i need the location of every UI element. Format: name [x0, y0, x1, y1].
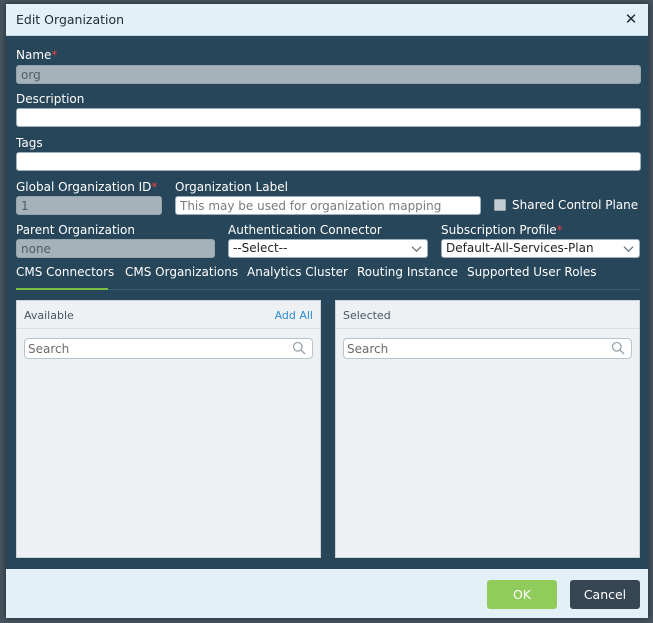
available-search-input[interactable]: [24, 338, 313, 359]
subscription-profile-label-text: Subscription Profile: [441, 223, 557, 237]
required-mark: *: [556, 223, 563, 237]
dialog-title-bar: Edit Organization ✕: [6, 4, 648, 36]
subscription-profile-label: Subscription Profile*: [441, 223, 563, 237]
cancel-button[interactable]: Cancel: [570, 580, 640, 609]
global-org-id-field[interactable]: [16, 196, 162, 215]
search-icon: [292, 341, 306, 355]
tab-divider: [16, 289, 640, 290]
close-icon[interactable]: ✕: [622, 9, 640, 29]
description-label: Description: [16, 92, 85, 106]
available-panel-header: Available Add All: [17, 301, 320, 329]
shared-control-plane-label: Shared Control Plane: [512, 198, 639, 212]
tags-field[interactable]: [16, 152, 641, 171]
available-title: Available: [24, 309, 74, 322]
tab-routing-instance[interactable]: Routing Instance: [357, 265, 458, 279]
search-icon: [611, 341, 625, 355]
org-label-field[interactable]: [175, 196, 481, 215]
required-mark: *: [51, 48, 58, 62]
subscription-profile-selected: Default-All-Services-Plan: [446, 241, 594, 255]
tab-cms-organizations[interactable]: CMS Organizations: [125, 265, 238, 279]
name-label: Name*: [16, 48, 57, 62]
selected-panel: Selected: [335, 300, 640, 558]
auth-connector-label: Authentication Connector: [228, 223, 382, 237]
dialog-title: Edit Organization: [16, 12, 125, 27]
ok-button[interactable]: OK: [487, 580, 557, 609]
selected-search-input[interactable]: [343, 338, 632, 359]
tab-analytics-cluster[interactable]: Analytics Cluster: [247, 265, 348, 279]
selected-title: Selected: [343, 309, 391, 322]
active-tab-indicator: [16, 288, 108, 290]
subscription-profile-select[interactable]: Default-All-Services-Plan: [441, 239, 640, 258]
auth-connector-select[interactable]: --Select--: [228, 239, 428, 258]
name-label-text: Name: [16, 48, 52, 62]
org-label-label: Organization Label: [175, 180, 288, 194]
chevron-down-icon: [623, 246, 634, 253]
chevron-down-icon: [411, 246, 422, 253]
parent-org-field[interactable]: [16, 239, 215, 258]
shared-control-plane-checkbox[interactable]: [494, 199, 506, 211]
tab-cms-connectors[interactable]: CMS Connectors: [16, 265, 114, 279]
available-panel: Available Add All: [16, 300, 321, 558]
edit-organization-dialog: Edit Organization ✕ Name* Description Ta…: [6, 4, 648, 618]
description-field[interactable]: [16, 108, 641, 127]
parent-org-label: Parent Organization: [16, 223, 135, 237]
tab-supported-user-roles[interactable]: Supported User Roles: [467, 265, 597, 279]
selected-panel-header: Selected: [336, 301, 639, 329]
name-field[interactable]: [16, 65, 641, 84]
auth-connector-selected: --Select--: [233, 241, 288, 255]
global-org-id-label-text: Global Organization ID: [16, 180, 152, 194]
global-org-id-label: Global Organization ID*: [16, 180, 157, 194]
required-mark: *: [151, 180, 158, 194]
tags-label: Tags: [16, 136, 43, 150]
dialog-footer: OK Cancel: [6, 569, 648, 618]
add-all-link[interactable]: Add All: [275, 309, 313, 322]
